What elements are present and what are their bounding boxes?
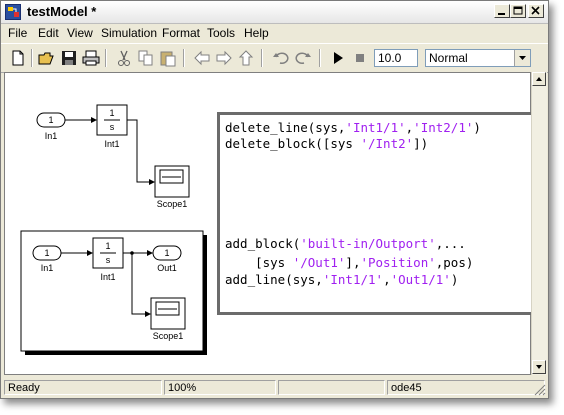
svg-text:1: 1	[48, 115, 53, 125]
status-ready: Ready	[4, 380, 162, 395]
inport-block-in1[interactable]: 1	[32, 245, 62, 261]
code-panel: delete_line(sys,'Int1/1','Int2/1') delet…	[217, 112, 539, 315]
outport-block-out1[interactable]: 1	[152, 245, 182, 261]
svg-text:1: 1	[164, 248, 169, 258]
model-window: testModel * File Edit View Simulation Fo…	[0, 0, 549, 399]
code-line-delete-line: delete_line(sys,'Int1/1','Int2/1')	[225, 120, 481, 135]
svg-text:1: 1	[105, 241, 110, 251]
status-solver: ode45	[387, 380, 545, 395]
resize-grip-icon[interactable]	[534, 384, 546, 396]
integrator-label: Int1	[104, 139, 119, 149]
chevron-down-icon	[536, 365, 542, 369]
integrator-block-int1[interactable]: 1 s	[96, 104, 128, 136]
scope-block-scope1[interactable]	[150, 297, 186, 330]
inport-label: In1	[41, 263, 54, 273]
svg-text:1: 1	[44, 248, 49, 258]
svg-text:s: s	[106, 255, 111, 265]
scroll-down-button[interactable]	[532, 360, 546, 374]
outport-label: Out1	[157, 263, 177, 273]
scope-block-scope1[interactable]	[154, 165, 190, 198]
svg-text:1: 1	[109, 108, 114, 118]
status-zoom: 100%	[164, 380, 276, 395]
inport-block-in1[interactable]: 1	[36, 112, 66, 128]
signal-line[interactable]	[127, 119, 155, 185]
integrator-block-int1[interactable]: 1 s	[92, 237, 124, 269]
chevron-up-icon	[536, 77, 542, 81]
scroll-up-button[interactable]	[532, 72, 546, 86]
code-line-add-block: add_block('built-in/Outport',...	[225, 236, 466, 251]
svg-text:s: s	[110, 122, 115, 132]
code-line-add-line: add_line(sys,'Int1/1','Out1/1')	[225, 272, 459, 287]
status-empty	[278, 380, 385, 395]
scope-label: Scope1	[157, 199, 188, 209]
scope-label: Scope1	[153, 331, 184, 341]
inport-label: In1	[45, 131, 58, 141]
code-line-add-block-args: [sys '/Out1'],'Position',pos)	[225, 255, 474, 270]
integrator-label: Int1	[100, 272, 115, 282]
status-bar: Ready 100% ode45	[1, 377, 548, 398]
code-line-delete-block: delete_block([sys '/Int2'])	[225, 136, 429, 151]
vertical-scrollbar[interactable]	[531, 72, 547, 375]
